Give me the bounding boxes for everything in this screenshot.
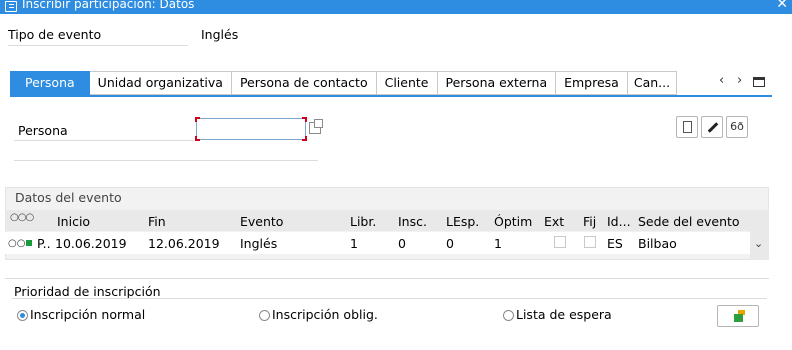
cell-fij-checkbox[interactable] bbox=[584, 236, 596, 248]
persona-label-underline bbox=[14, 140, 194, 141]
persona-label: Persona bbox=[18, 123, 68, 138]
tab-unidad-organizativa[interactable]: Unidad organizativa bbox=[89, 71, 232, 95]
radio-lista-de-espera[interactable] bbox=[503, 310, 514, 321]
cell-sede: Bilbao bbox=[638, 236, 677, 251]
tab-persona-externa[interactable]: Persona externa bbox=[437, 71, 557, 95]
tab-cliente[interactable]: Cliente bbox=[376, 71, 438, 95]
col-insc[interactable]: Insc. bbox=[398, 214, 427, 229]
tab-list-icon[interactable] bbox=[753, 77, 765, 87]
radio-label-espera[interactable]: Lista de espera bbox=[516, 307, 612, 322]
tab-next-icon[interactable]: › bbox=[737, 73, 742, 88]
event-type-label: Tipo de evento bbox=[8, 27, 102, 42]
tab-overflow[interactable]: Can... bbox=[627, 71, 678, 95]
col-ext[interactable]: Ext bbox=[544, 214, 564, 229]
window-icon bbox=[5, 1, 17, 12]
tab-strip: Persona Unidad organizativa Persona de c… bbox=[10, 71, 678, 95]
window-titlebar: Inscribir participación: Datos ✕ bbox=[0, 0, 792, 14]
execute-icon bbox=[734, 314, 743, 322]
cell-marker: P.. bbox=[37, 236, 51, 251]
col-id[interactable]: Id... bbox=[607, 214, 631, 229]
col-fij[interactable]: Fij bbox=[583, 214, 596, 229]
execute-button[interactable] bbox=[717, 305, 759, 327]
tab-empresa[interactable]: Empresa bbox=[556, 71, 628, 95]
col-fin[interactable]: Fin bbox=[148, 214, 166, 229]
col-lesp[interactable]: LEsp. bbox=[446, 214, 479, 229]
cell-libr: 1 bbox=[350, 236, 358, 251]
radio-label-oblig[interactable]: Inscripción oblig. bbox=[272, 307, 378, 322]
col-sede[interactable]: Sede del evento bbox=[638, 214, 740, 229]
priority-title: Prioridad de inscripción bbox=[14, 284, 161, 299]
close-icon[interactable]: ✕ bbox=[776, 0, 788, 11]
col-optim[interactable]: Óptim bbox=[494, 214, 532, 229]
priority-divider bbox=[12, 298, 767, 299]
col-evento[interactable]: Evento bbox=[240, 214, 283, 229]
col-libr[interactable]: Libr. bbox=[350, 214, 376, 229]
display-glasses-icon: 6ð bbox=[730, 120, 744, 133]
cell-lesp: 0 bbox=[446, 236, 454, 251]
table-scrollbar[interactable] bbox=[750, 210, 769, 260]
tab-persona[interactable]: Persona bbox=[10, 71, 90, 95]
event-type-value: Inglés bbox=[201, 27, 239, 42]
display-button[interactable]: 6ð bbox=[726, 116, 748, 138]
row-status-icon[interactable]: ○○ bbox=[8, 238, 33, 249]
new-document-button[interactable] bbox=[676, 116, 698, 138]
tab-underline bbox=[10, 95, 772, 97]
tab-prev-icon[interactable]: ‹ bbox=[719, 73, 724, 88]
col-inicio[interactable]: Inicio bbox=[57, 214, 90, 229]
chevron-down-icon[interactable]: ⌄ bbox=[754, 237, 763, 250]
radio-label-normal[interactable]: Inscripción normal bbox=[30, 307, 145, 322]
tab-persona-de-contacto[interactable]: Persona de contacto bbox=[231, 71, 377, 95]
event-type-underline bbox=[8, 45, 188, 46]
event-table-title: Datos del evento bbox=[15, 190, 122, 205]
cell-fin: 12.06.2019 bbox=[148, 236, 220, 251]
select-all-icon[interactable]: ○○○ bbox=[10, 212, 34, 223]
cell-ext-checkbox[interactable] bbox=[554, 236, 566, 248]
radio-inscripcion-normal[interactable] bbox=[17, 310, 28, 321]
persona-input[interactable] bbox=[195, 117, 307, 141]
value-help-icon[interactable] bbox=[309, 119, 323, 134]
cell-evento: Inglés bbox=[240, 236, 278, 251]
window-title: Inscribir participación: Datos bbox=[22, 0, 195, 11]
edit-pencil-icon bbox=[707, 122, 719, 133]
radio-inscripcion-oblig[interactable] bbox=[259, 310, 270, 321]
cell-optim: 1 bbox=[494, 236, 502, 251]
cell-id: ES bbox=[607, 236, 623, 251]
separator-line bbox=[14, 160, 318, 161]
edit-button[interactable] bbox=[701, 116, 723, 138]
new-document-icon bbox=[683, 121, 692, 133]
cell-insc: 0 bbox=[398, 236, 406, 251]
cell-inicio: 10.06.2019 bbox=[55, 236, 127, 251]
